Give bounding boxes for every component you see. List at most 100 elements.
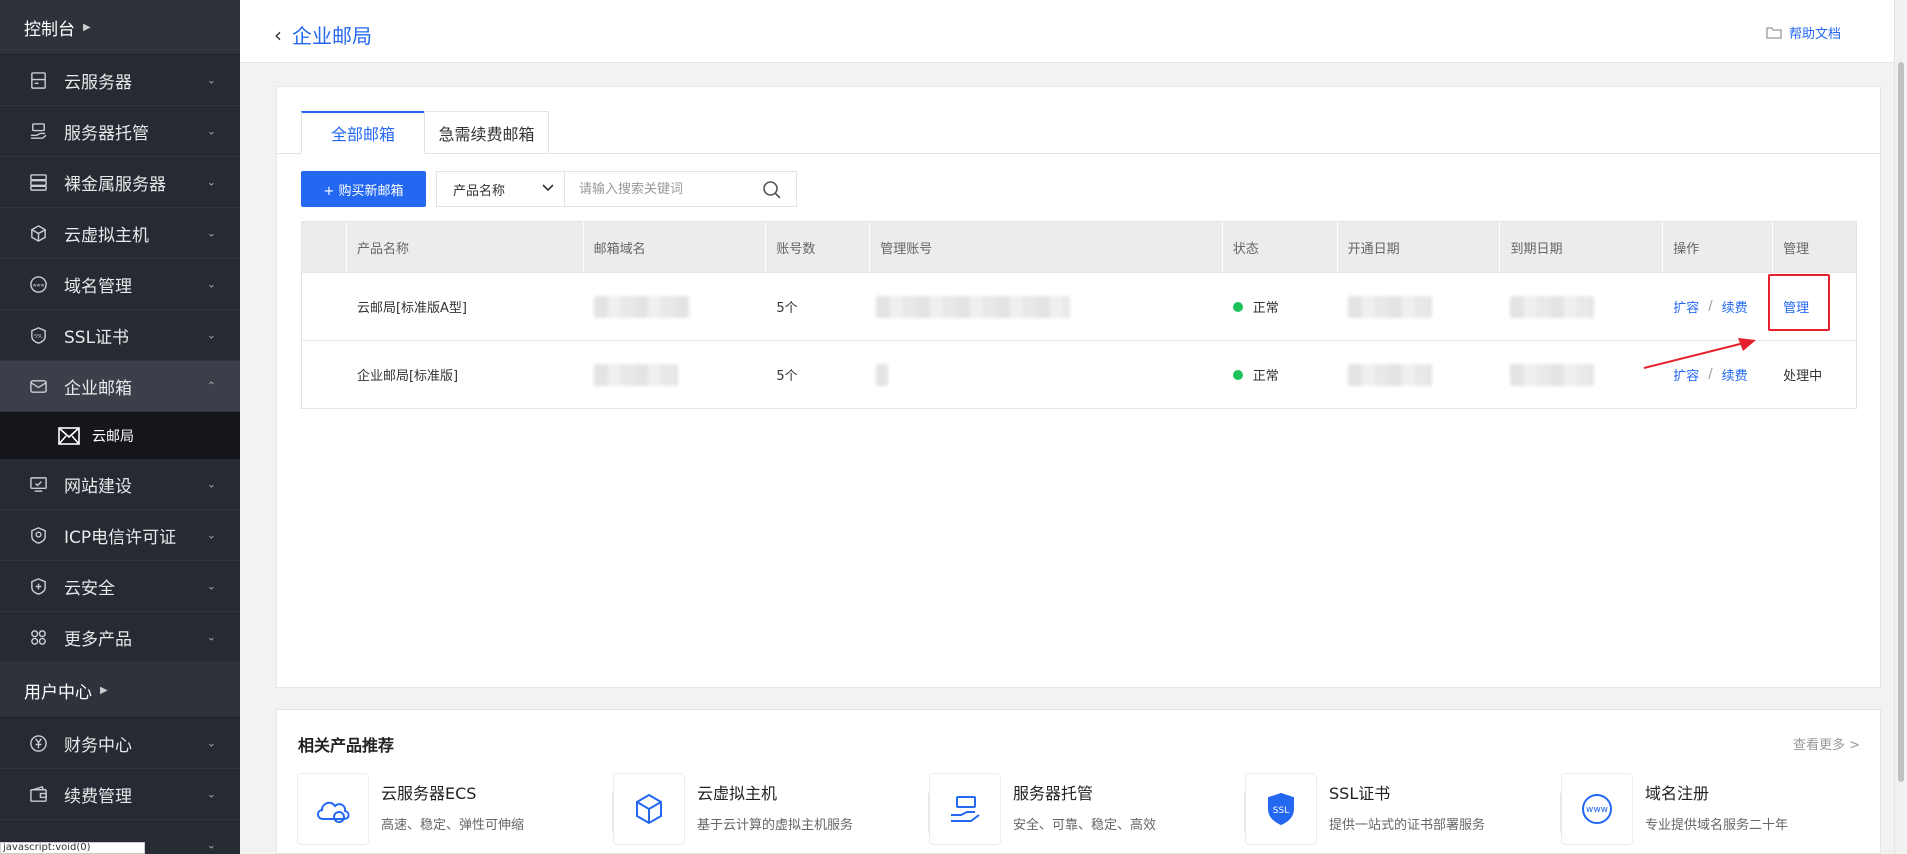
sidebar-item-ssl[interactable]: SSL SSL证书 ⌄ xyxy=(0,310,240,361)
col-admin-account: 管理账号 xyxy=(870,222,1223,272)
col-operations: 操作 xyxy=(1663,222,1774,272)
sidebar-item-label: 云安全 xyxy=(64,578,115,599)
sidebar-item-label: 云服务器 xyxy=(64,72,132,93)
op-separator: / xyxy=(1708,299,1713,314)
sidebar-item-domain[interactable]: www 域名管理 ⌄ xyxy=(0,259,240,310)
sidebar-item-label: SSL证书 xyxy=(64,327,130,348)
sidebar-item-label: 续费管理 xyxy=(64,786,132,807)
sidebar-item-server-hosting[interactable]: 服务器托管 ⌄ xyxy=(0,106,240,157)
user-center-label: 用户中心 xyxy=(24,682,92,703)
sidebar-item-cloud-server[interactable]: 云服务器 ⌄ xyxy=(0,55,240,106)
help-docs-link[interactable]: 帮助文档 xyxy=(1766,23,1841,42)
col-account-count: 账号数 xyxy=(766,222,871,272)
cell-admin-account-redacted xyxy=(870,273,1223,340)
table-row: 企业邮局[标准版] 5个 正常 扩容 / 续费 处理中 xyxy=(302,340,1856,408)
recommend-item-hosting[interactable]: 服务器托管 安全、可靠、稳定、高效 xyxy=(929,773,1245,854)
status-text: 正常 xyxy=(1252,369,1279,384)
sidebar-item-cloud-security[interactable]: 云安全 ⌄ xyxy=(0,561,240,612)
cell-admin-account-redacted xyxy=(870,341,1223,408)
sidebar-item-virtual-host[interactable]: 云虚拟主机 ⌄ xyxy=(0,208,240,259)
sidebar-subitem-cloud-mail[interactable]: 云邮局 xyxy=(0,412,240,459)
chevron-down-icon: ⌄ xyxy=(206,630,216,644)
sidebar-item-label: 企业邮箱 xyxy=(64,378,132,399)
tab-urgent-renewal[interactable]: 急需续费邮箱 xyxy=(424,111,549,154)
col-mail-domain: 邮箱域名 xyxy=(584,222,767,272)
renew-link[interactable]: 续费 xyxy=(1722,297,1748,316)
status-dot xyxy=(1232,301,1243,312)
table-row: 云邮局[标准版A型] 5个 正常 扩容 / 续费 管理 xyxy=(302,272,1856,340)
cell-mail-domain-redacted xyxy=(584,273,767,340)
recommend-item-virtual-host[interactable]: 云虚拟主机 基于云计算的虚拟主机服务 xyxy=(613,773,929,854)
chevron-down-icon: ⌄ xyxy=(206,124,216,138)
tab-bar: 全部邮箱 急需续费邮箱 xyxy=(277,111,1880,154)
cell-account-count: 5个 xyxy=(776,301,798,316)
filter-select[interactable]: 产品名称 xyxy=(437,172,565,206)
sidebar-item-finance[interactable]: 财务中心 ⌄ xyxy=(0,718,240,769)
recommend-item-ecs[interactable]: 云服务器ECS 高速、稳定、弹性可伸缩 xyxy=(297,773,613,854)
manage-link[interactable]: 管理 xyxy=(1783,297,1809,316)
tab-all-mailboxes[interactable]: 全部邮箱 xyxy=(301,111,425,154)
svg-text:www: www xyxy=(1586,805,1608,815)
sidebar-item-renewal[interactable]: 续费管理 ⌄ xyxy=(0,769,240,820)
sidebar-subitem-label: 云邮局 xyxy=(92,428,134,445)
col-open-date: 开通日期 xyxy=(1338,222,1501,272)
cell-operations: 扩容 / 续费 xyxy=(1663,341,1773,408)
search-icon[interactable] xyxy=(762,180,782,204)
expand-link[interactable]: 扩容 xyxy=(1673,365,1699,384)
filter-select-value: 产品名称 xyxy=(453,183,506,199)
link-status-tooltip: javascript:void(0) xyxy=(0,842,145,854)
vertical-scrollbar[interactable] xyxy=(1894,0,1907,854)
bare-metal-icon xyxy=(28,172,48,192)
sidebar-user-center-header[interactable]: 用户中心 ▶ xyxy=(0,663,240,718)
wallet-icon xyxy=(28,784,48,804)
cell-operations: 扩容 / 续费 xyxy=(1663,273,1773,340)
shield-icon xyxy=(28,576,48,596)
col-status: 状态 xyxy=(1223,222,1338,272)
recommend-item-name: 服务器托管 xyxy=(1013,784,1094,803)
sidebar-item-label: 服务器托管 xyxy=(64,123,149,144)
buy-new-mailbox-button[interactable]: + 购买新邮箱 xyxy=(301,171,426,207)
sidebar: 控制台 ▶ 云服务器 ⌄ 服务器托管 ⌄ 裸金属服务器 ⌄ 云虚拟主机 ⌄ ww… xyxy=(0,0,240,854)
sidebar-item-enterprise-mail[interactable]: 企业邮箱 ⌃ xyxy=(0,361,240,412)
recommend-item-ssl[interactable]: SSL SSL证书 提供一站式的证书部署服务 xyxy=(1245,773,1561,854)
redacted-text xyxy=(1510,363,1595,386)
mailbox-table: 产品名称 邮箱域名 账号数 管理账号 状态 开通日期 到期日期 操作 管理 云邮… xyxy=(301,221,1857,409)
view-more-link[interactable]: 查看更多 > xyxy=(1793,734,1860,753)
caret-right-icon: ▶ xyxy=(100,684,108,696)
chevron-left-icon: ‹ xyxy=(274,22,282,47)
sidebar-item-label: 裸金属服务器 xyxy=(64,174,166,195)
sidebar-item-more-products[interactable]: 更多产品 ⌄ xyxy=(0,612,240,663)
chevron-down-icon: ⌄ xyxy=(206,73,216,87)
svg-text:www: www xyxy=(32,283,44,288)
cell-open-date-redacted xyxy=(1338,273,1501,340)
sidebar-console-header[interactable]: 控制台 ▶ xyxy=(0,0,240,55)
scrollbar-thumb[interactable] xyxy=(1898,62,1904,782)
manage-status-text: 处理中 xyxy=(1783,369,1823,384)
cloud-icon xyxy=(297,773,369,845)
back-link[interactable]: ‹ 企业邮局 xyxy=(274,20,372,49)
redacted-text xyxy=(1510,295,1595,318)
recommend-list: 云服务器ECS 高速、稳定、弹性可伸缩 云虚拟主机 基于云计算的虚拟主机服务 服… xyxy=(297,773,1877,854)
redacted-text xyxy=(876,363,889,386)
search-input[interactable] xyxy=(579,173,759,205)
hosting-icon xyxy=(929,773,1001,845)
sidebar-item-label: 云虚拟主机 xyxy=(64,225,149,246)
col-manage: 管理 xyxy=(1783,241,1810,257)
recommend-item-name: 云虚拟主机 xyxy=(697,784,778,803)
mail-icon xyxy=(58,426,80,445)
sidebar-item-bare-metal[interactable]: 裸金属服务器 ⌄ xyxy=(0,157,240,208)
sidebar-item-label: 财务中心 xyxy=(64,735,132,756)
sidebar-item-icp[interactable]: ICP电信许可证 ⌄ xyxy=(0,510,240,561)
recommend-item-domain[interactable]: www 域名注册 专业提供域名服务二十年 xyxy=(1561,773,1877,854)
expand-link[interactable]: 扩容 xyxy=(1673,297,1699,316)
redacted-text xyxy=(1347,295,1432,318)
sidebar-item-website[interactable]: 网站建设 ⌄ xyxy=(0,459,240,510)
status-dot xyxy=(1232,369,1243,380)
cell-manage: 管理 xyxy=(1773,273,1856,340)
server-icon xyxy=(28,70,48,90)
renew-link[interactable]: 续费 xyxy=(1722,365,1748,384)
chevron-down-icon: ⌄ xyxy=(206,477,216,491)
table-header: 产品名称 邮箱域名 账号数 管理账号 状态 开通日期 到期日期 操作 管理 xyxy=(302,222,1856,272)
ssl-icon: SSL xyxy=(28,325,48,345)
cell-mail-domain-redacted xyxy=(584,341,767,408)
